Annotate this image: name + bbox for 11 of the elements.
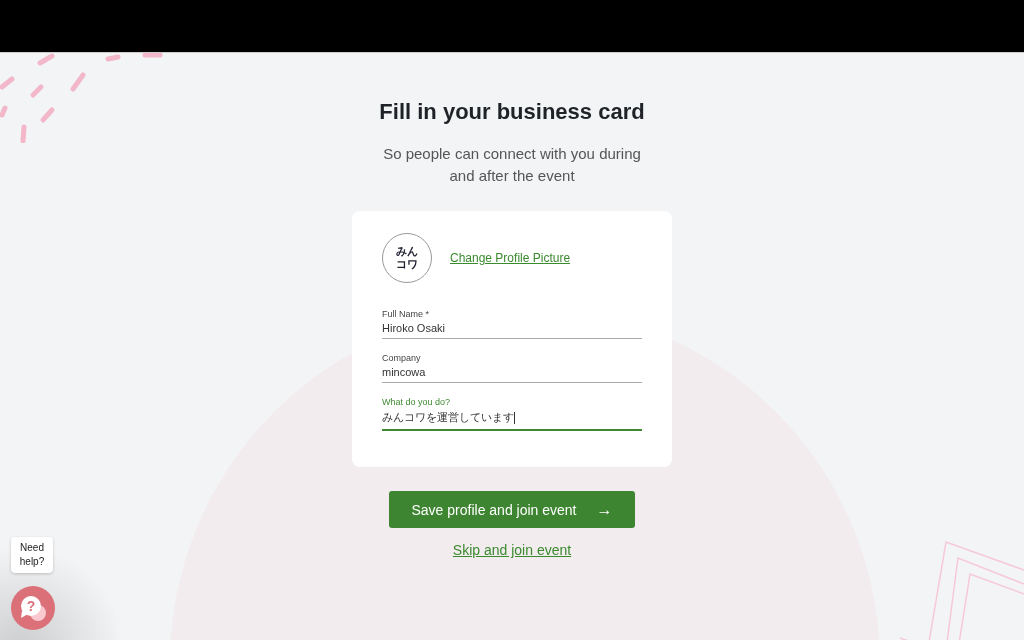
text-field[interactable]: Full Name * Hiroko Osaki [382, 309, 642, 339]
help-tooltip: Need help? [11, 537, 53, 573]
text-field[interactable]: What do you do? みんコワを運営しています [382, 397, 642, 431]
text-field[interactable]: Company mincowa [382, 353, 642, 383]
skip-link[interactable]: Skip and join event [452, 542, 572, 558]
help-button[interactable]: ? [11, 586, 55, 630]
profile-logo: みん コワ [382, 233, 432, 283]
change-picture-link[interactable]: Change Profile Picture [450, 251, 571, 265]
save-profile-button[interactable]: Save profile and join event → [389, 491, 635, 528]
page-subtitle: So people can connect with you during and after the event [382, 144, 642, 186]
page-title: Fill in your business card [379, 99, 645, 125]
